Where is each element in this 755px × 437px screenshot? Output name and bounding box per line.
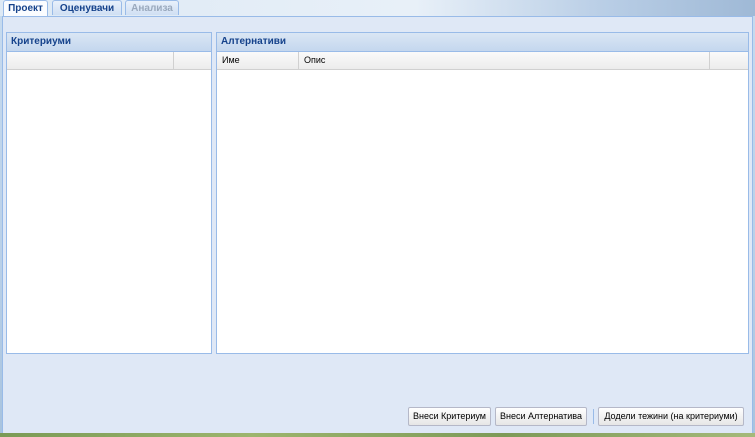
column-header-filler (710, 52, 748, 69)
assign-weights-button[interactable]: Додели тежини (на критериуми) (598, 407, 744, 426)
toolbar-separator (593, 409, 594, 424)
alternatives-panel: Алтернативи Име Опис (216, 32, 749, 354)
add-alternative-button[interactable]: Внеси Алтернатива (495, 407, 587, 426)
alternatives-grid-body[interactable] (217, 70, 748, 353)
criteria-grid-body[interactable] (7, 70, 211, 353)
criteria-panel-title: Критериуми (7, 33, 211, 52)
column-header-name[interactable]: Име (217, 52, 299, 69)
tab-analysis: Анализа (125, 0, 179, 15)
criteria-grid-header (7, 52, 211, 70)
tab-evaluators[interactable]: Оценувачи (52, 0, 122, 15)
column-header-description[interactable]: Опис (299, 52, 710, 69)
alternatives-panel-title: Алтернативи (217, 33, 748, 52)
criteria-panel: Критериуми (6, 32, 212, 354)
criteria-column-filler (174, 52, 211, 69)
add-criterion-button[interactable]: Внеси Критериум (408, 407, 491, 426)
criteria-column-header[interactable] (7, 52, 174, 69)
background-ground-strip (0, 433, 755, 437)
tab-project[interactable]: Проект (3, 0, 48, 16)
alternatives-grid-header: Име Опис (217, 52, 748, 70)
